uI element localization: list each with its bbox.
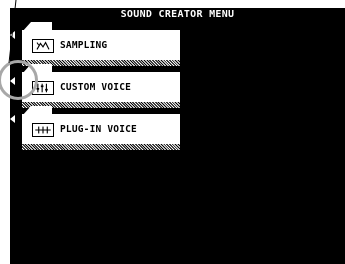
tab-shadow [22,144,180,150]
page-left-arrow-icon[interactable] [10,115,15,123]
menu-item-label: SAMPLING [60,40,108,51]
callout-leader-line [8,0,17,64]
sampling-icon [32,39,54,53]
menu-item-sampling[interactable]: SAMPLING [10,22,180,66]
screen-title: SOUND CREATOR MENU [120,9,235,20]
menu-item-label: CUSTOM VOICE [60,82,132,93]
plug-in-voice-icon [32,123,54,137]
menu-item-plug-in-voice[interactable]: PLUG-IN VOICE [10,106,180,150]
menu-item-label: PLUG-IN VOICE [60,124,137,135]
